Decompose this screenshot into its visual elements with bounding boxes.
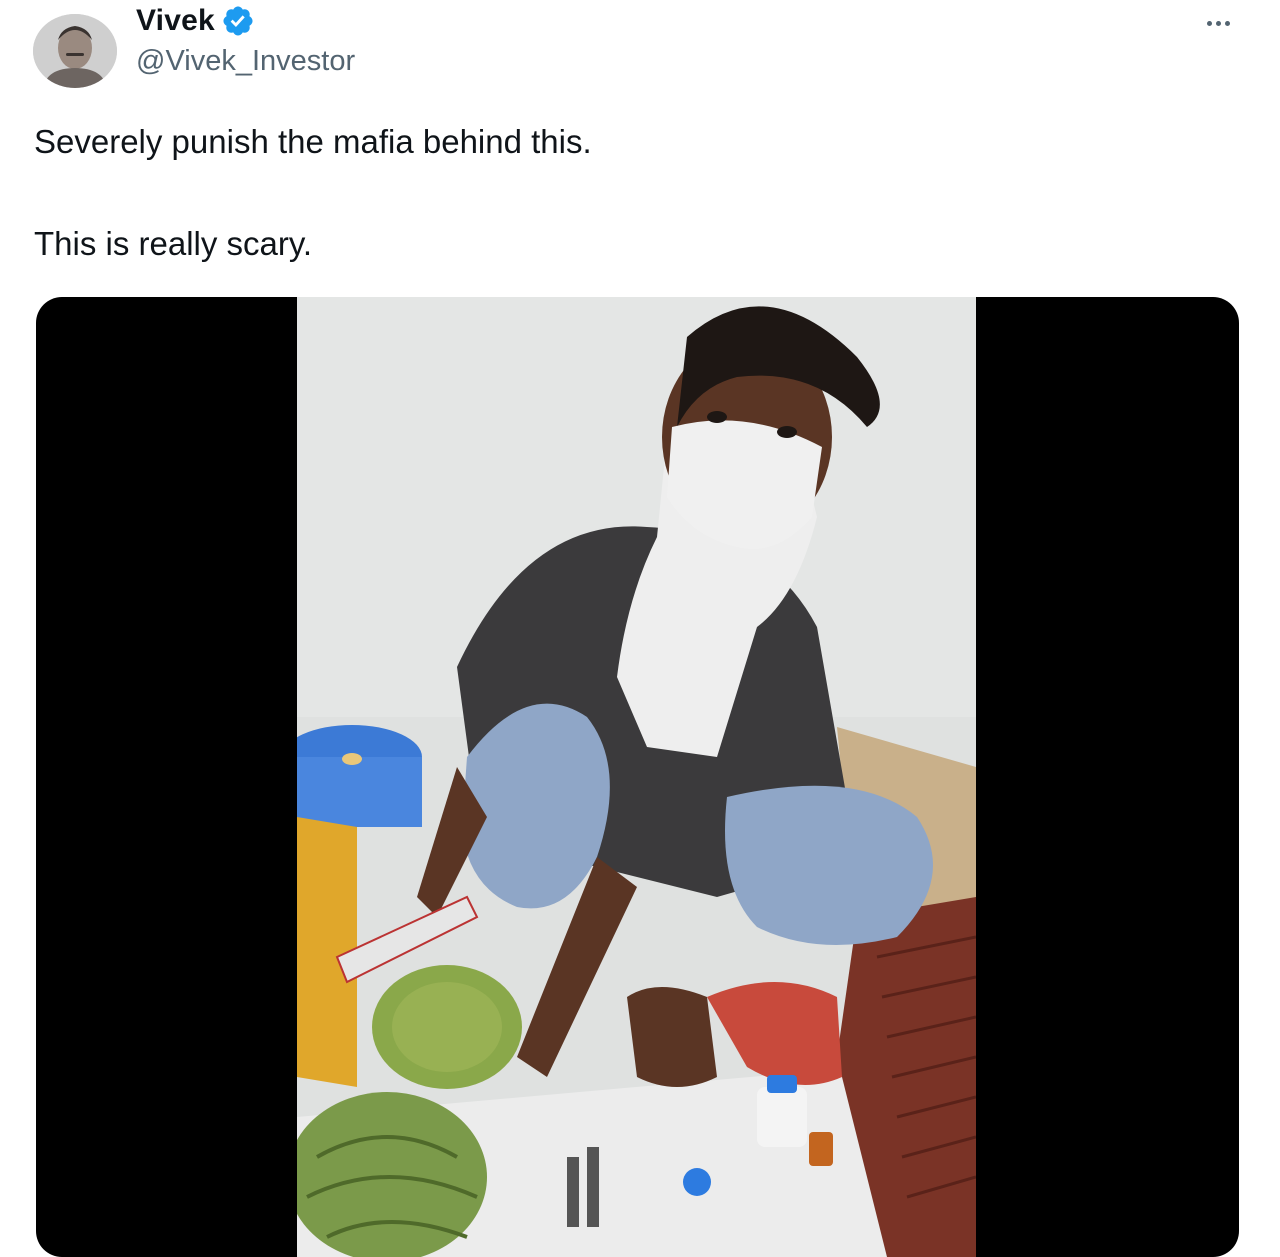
author-display-name[interactable]: Vivek <box>136 4 215 38</box>
author-name-row: Vivek <box>136 4 255 38</box>
tweet-media-video[interactable] <box>36 297 1239 1257</box>
author-handle[interactable]: @Vivek_Investor <box>136 45 355 78</box>
video-thumbnail <box>297 297 976 1257</box>
video-frame-illustration <box>297 297 976 1257</box>
author-avatar[interactable] <box>33 14 117 88</box>
tweet-text-line-1: Severely punish the mafia behind this. <box>34 123 592 160</box>
avatar-icon <box>33 14 117 88</box>
more-options-icon[interactable] <box>1198 10 1238 36</box>
tweet-text-line-2: This is really scary. <box>34 225 313 262</box>
verified-badge-icon <box>223 6 253 36</box>
tweet-card[interactable]: Vivek @Vivek_Investor Severely punish th… <box>0 0 1280 1257</box>
